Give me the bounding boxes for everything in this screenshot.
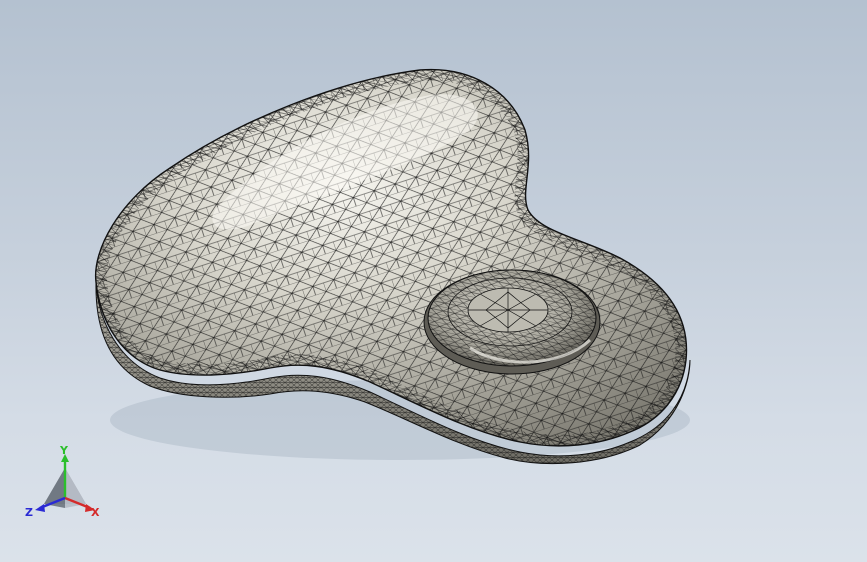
z-axis-arrow bbox=[35, 504, 45, 512]
y-axis-label: Y bbox=[59, 446, 69, 457]
x-axis-label: X bbox=[91, 506, 100, 519]
mesh-model[interactable] bbox=[0, 0, 867, 562]
orientation-triad[interactable]: Y X Z bbox=[22, 446, 108, 526]
boss-feature[interactable] bbox=[423, 269, 601, 375]
z-axis-label: Z bbox=[25, 506, 33, 519]
graphics-viewport[interactable]: Y X Z bbox=[0, 0, 867, 562]
